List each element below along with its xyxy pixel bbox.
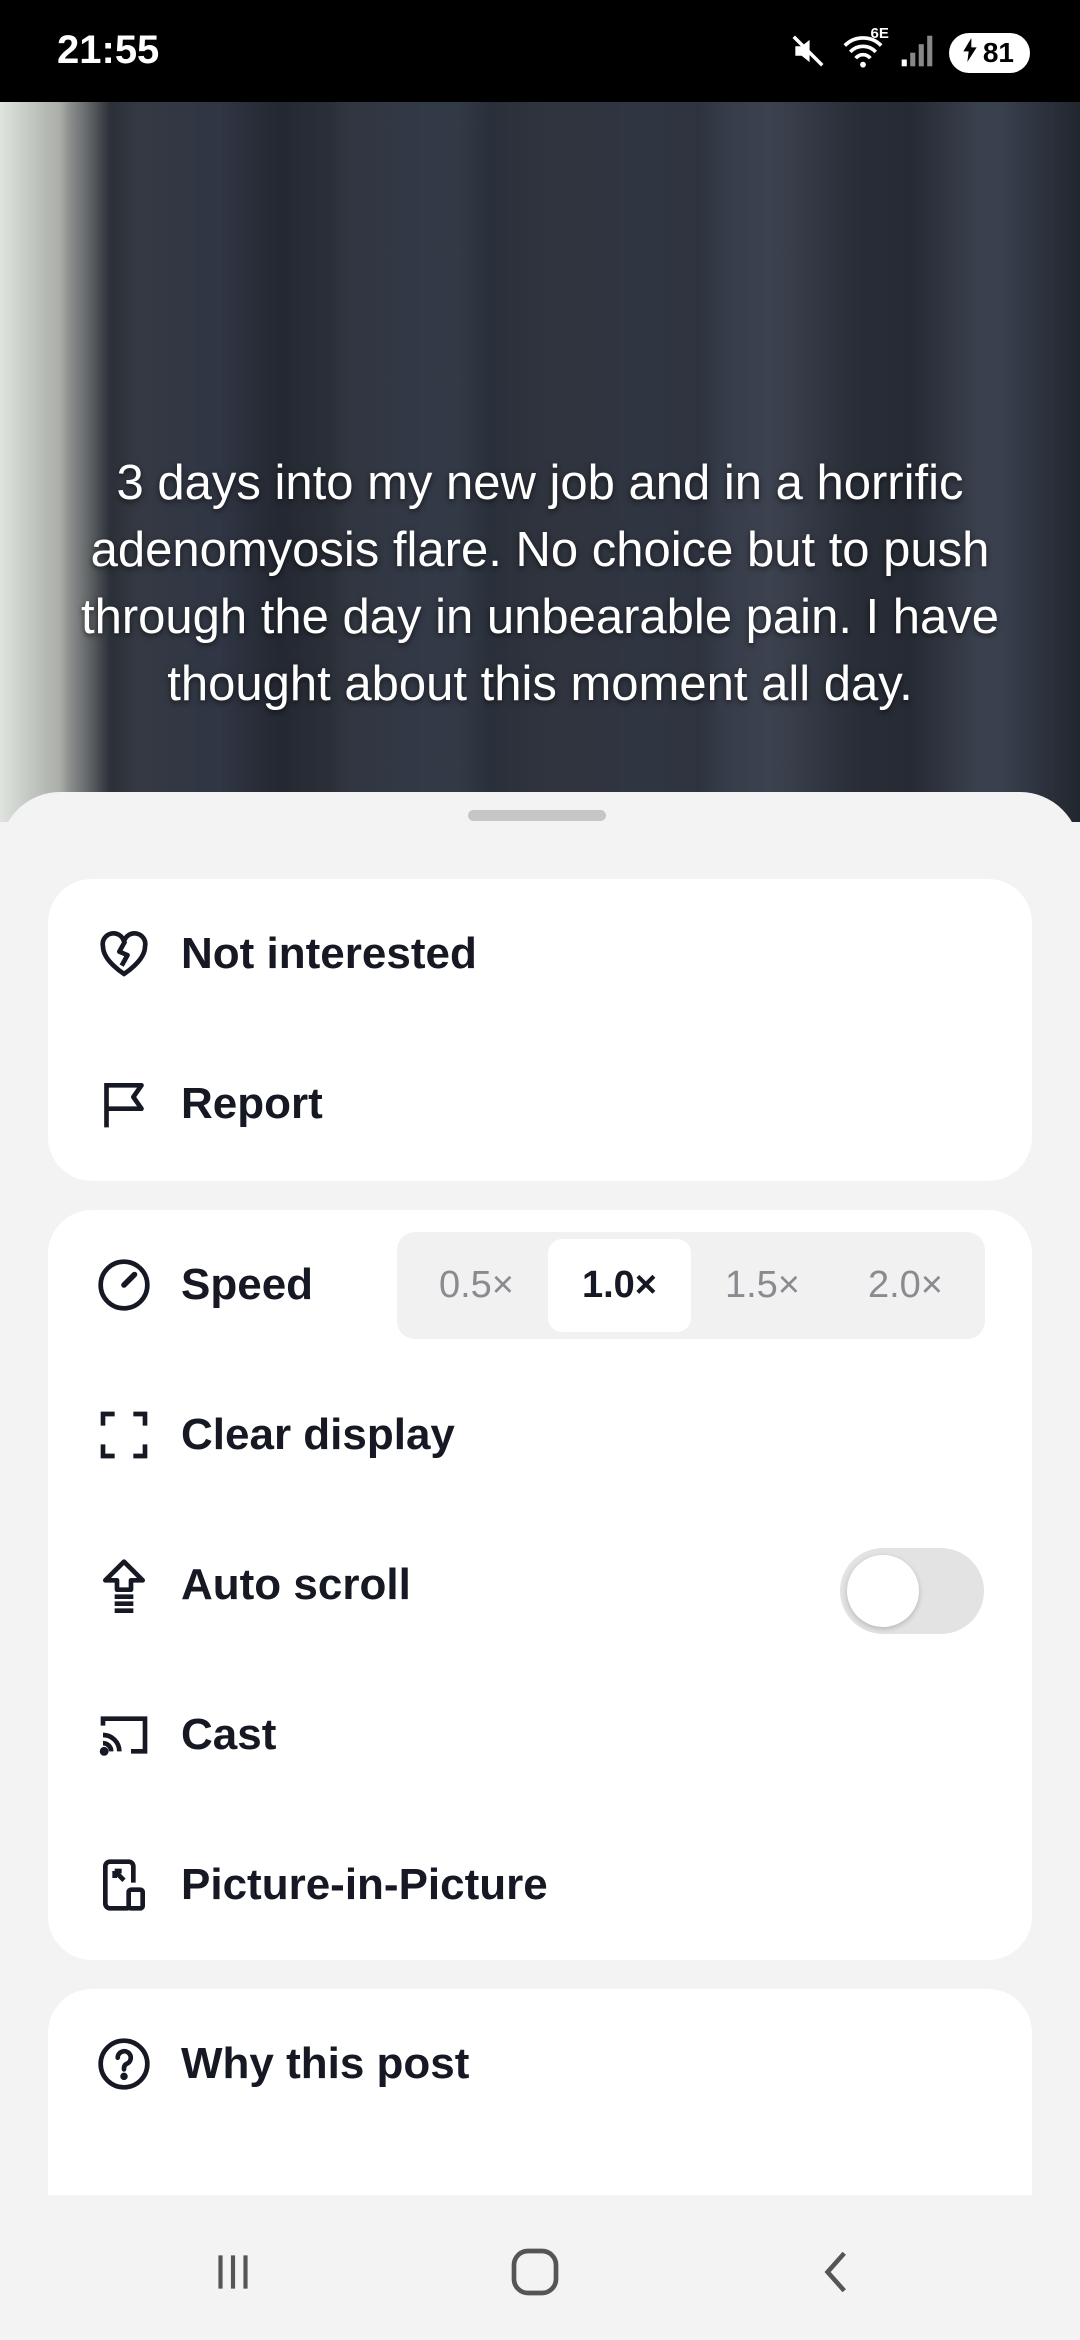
picture-in-picture-icon [96,1857,152,1913]
battery-level: 81 [982,37,1014,68]
flag-icon [96,1076,152,1132]
options-sheet: Not interested Report Speed 0.5× 1.0× 1.… [0,792,1080,2340]
speedometer-icon [96,1257,152,1313]
cast-icon [96,1707,152,1763]
picture-in-picture-label: Picture-in-Picture [181,1860,548,1909]
report-label: Report [181,1079,323,1128]
speed-row: Speed 0.5× 1.0× 1.5× 2.0× [48,1210,1032,1360]
charging-icon [961,37,979,69]
recent-apps-icon[interactable] [198,2237,268,2307]
picture-in-picture-button[interactable]: Picture-in-Picture [48,1810,1032,1960]
feedback-card: Not interested Report [48,879,1032,1181]
status-bar: 21:55 6E 81 [0,0,1080,102]
broken-heart-icon [96,926,152,982]
auto-scroll-row[interactable]: Auto scroll [48,1510,1032,1660]
video-player[interactable]: 3 days into my new job and in a horrific… [0,102,1080,822]
toggle-knob [847,1555,919,1627]
signal-icon [899,34,935,73]
clear-display-icon [96,1407,152,1463]
not-interested-label: Not interested [181,929,477,978]
speed-option-0-5x[interactable]: 0.5× [405,1239,548,1332]
question-icon [96,2036,152,2092]
report-button[interactable]: Report [48,1029,1032,1179]
video-caption: 3 days into my new job and in a horrific… [80,456,1000,711]
playback-card: Speed 0.5× 1.0× 1.5× 2.0× Clear display … [48,1210,1032,1960]
speed-label: Speed [181,1260,314,1309]
status-icons: 6E 81 [789,25,1030,76]
home-icon[interactable] [500,2237,570,2307]
battery-indicator: 81 [948,33,1030,73]
mute-icon [789,32,827,75]
clear-display-label: Clear display [181,1410,455,1459]
cast-label: Cast [181,1710,277,1759]
auto-scroll-toggle[interactable] [840,1548,984,1634]
auto-scroll-icon [96,1557,152,1613]
back-icon[interactable] [803,2237,873,2307]
drag-handle[interactable] [468,810,606,821]
speed-selector: 0.5× 1.0× 1.5× 2.0× [397,1232,985,1339]
speed-option-1-5x[interactable]: 1.5× [691,1239,834,1332]
cast-button[interactable]: Cast [48,1660,1032,1810]
system-nav-bar [0,2195,1080,2340]
why-this-post-label: Why this post [181,2039,470,2088]
wifi-icon: 6E [841,25,889,76]
status-time: 21:55 [57,28,160,72]
not-interested-button[interactable]: Not interested [48,879,1032,1029]
speed-option-2-0x[interactable]: 2.0× [834,1239,977,1332]
why-this-post-button[interactable]: Why this post [48,1989,1032,2139]
clear-display-button[interactable]: Clear display [48,1360,1032,1510]
speed-option-1-0x[interactable]: 1.0× [548,1239,691,1332]
auto-scroll-label: Auto scroll [181,1560,411,1609]
network-type: 6E [870,24,889,42]
